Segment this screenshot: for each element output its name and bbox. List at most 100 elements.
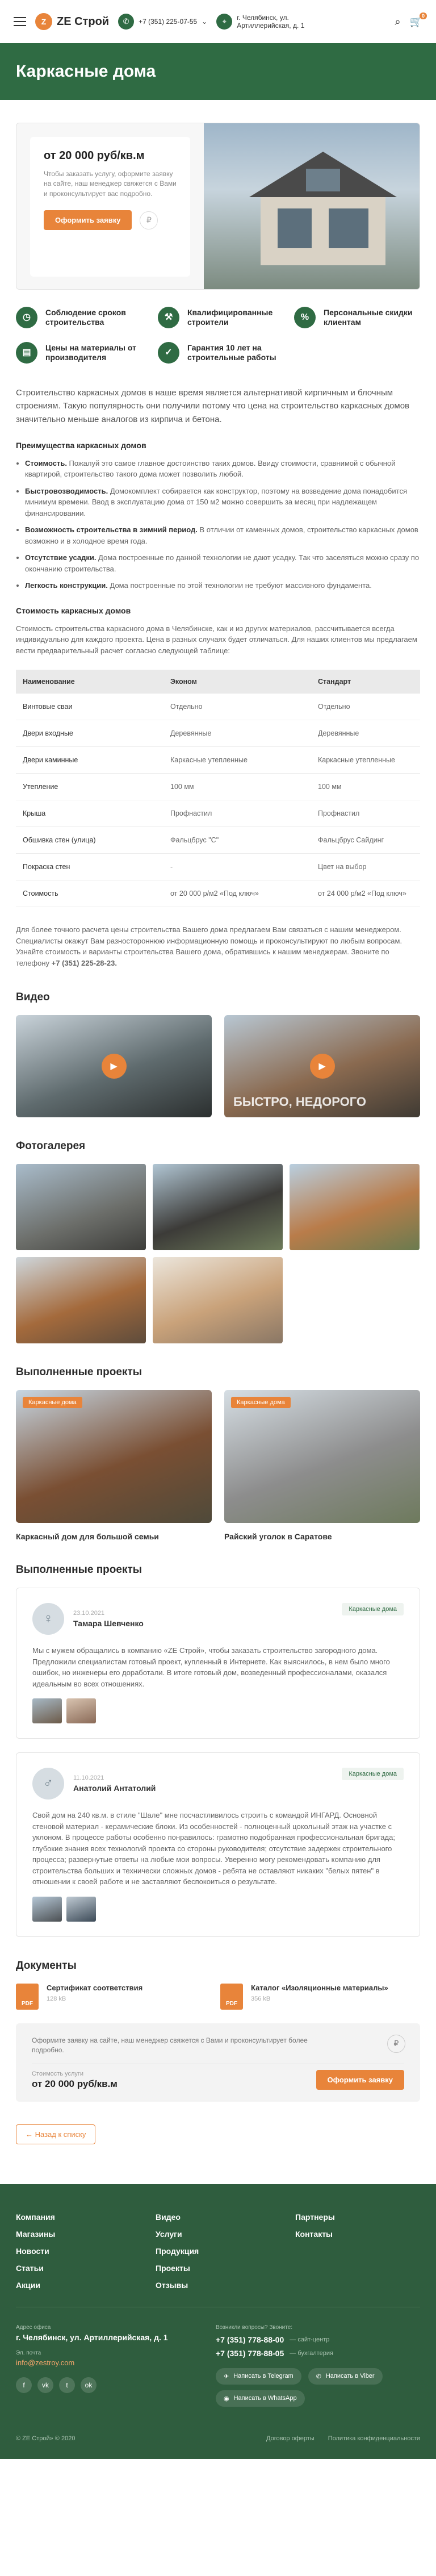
videos-title: Видео [16, 991, 50, 1004]
back-to-list-button[interactable]: ← Назад к списку [16, 2124, 96, 2144]
list-item: Быстровозводимость. Домокомплект собирае… [25, 486, 420, 519]
project-image: Каркасные дома [224, 1390, 420, 1523]
footer-email-label: Эл. почта [16, 2349, 41, 2356]
video-thumb[interactable]: ▶ [16, 1015, 212, 1118]
search-icon[interactable]: ⌕ [395, 16, 400, 28]
project-tag: Каркасные дома [231, 1397, 291, 1409]
whatsapp-button[interactable]: ◉ Написать в WhatsApp [216, 2390, 305, 2407]
table-header: Наименование [16, 670, 164, 694]
header-phone-text: +7 (351) 225-07-55 [139, 18, 198, 26]
project-tag: Каркасные дома [23, 1397, 82, 1409]
worker-icon: ⚒ [158, 307, 179, 328]
review-photo[interactable] [66, 1896, 96, 1922]
list-item: Легкость конструкции. Дома построенные п… [25, 580, 420, 591]
documents-list: PDF Сертификат соответствия 128 kB PDF Ка… [0, 1983, 436, 2010]
document-item[interactable]: PDF Сертификат соответствия 128 kB [16, 1983, 209, 2010]
discount-icon: % [294, 307, 316, 328]
gallery-photo[interactable] [290, 1164, 420, 1251]
project-title[interactable]: Райский уголок в Саратове [224, 1532, 420, 1541]
ruble-icon[interactable]: ₽ [140, 211, 158, 229]
table-row: Стоимость от 20 000 р/м2 «Под ключ» от 24 … [16, 880, 420, 908]
document-title[interactable]: Каталог «Изоляционные материалы» [251, 1984, 388, 1993]
facebook-icon[interactable]: f [16, 2377, 32, 2393]
odnoklassniki-icon[interactable]: ok [81, 2377, 97, 2393]
avatar: ♂ [32, 1768, 64, 1800]
footer-link[interactable]: Видео [156, 2212, 295, 2222]
logo-text: ZE Строй [57, 15, 110, 28]
order-button[interactable]: Оформить заявку [44, 210, 132, 231]
offer-agreement-link[interactable]: Договор оферты [266, 2435, 315, 2442]
vk-icon[interactable]: vk [37, 2377, 53, 2393]
table-row: Крыша Профнастил Профнастил [16, 800, 420, 828]
gallery-photo[interactable] [153, 1257, 283, 1344]
footer-email[interactable]: info@zestroy.com [16, 2358, 168, 2367]
contact-note: Для более точного расчета цены строитель… [16, 925, 403, 967]
photo-gallery [0, 1164, 436, 1344]
bottom-offer-label: Стоимость услуги [32, 2070, 84, 2077]
review-author: Анатолий Антатолий [73, 1784, 156, 1793]
footer-link[interactable]: Партнеры [295, 2212, 409, 2222]
feature-item: ◷ Соблюдение сроков строительства [16, 307, 158, 328]
video-thumb[interactable]: ▶ БЫСТРО, НЕДОРОГО [224, 1015, 420, 1118]
page-title: Каркасные дома [16, 62, 156, 81]
feature-item: % Персональные скидки клиентам [294, 307, 419, 328]
footer-phone[interactable]: +7 (351) 778-88-00— сайт-центр [216, 2335, 420, 2344]
project-card[interactable]: Каркасные дома Каркасный дом для большой… [16, 1390, 212, 1541]
note-phone-link[interactable]: +7 (351) 225-28-23. [52, 959, 117, 967]
privacy-policy-link[interactable]: Политика конфиденциальности [328, 2435, 420, 2442]
site-footer: Компания Видео Партнеры Магазины Услуги … [0, 2183, 436, 2459]
review-photo[interactable] [66, 1698, 96, 1724]
header-phone[interactable]: ✆ +7 (351) 225-07-55 ⌄ [118, 14, 207, 30]
footer-links: Компания Видео Партнеры Магазины Услуги … [16, 2212, 420, 2290]
video-caption: БЫСТРО, НЕДОРОГО [233, 1095, 366, 1109]
footer-link[interactable]: Статьи [16, 2264, 156, 2273]
document-item[interactable]: PDF Каталог «Изоляционные материалы» 356 … [220, 1983, 413, 2010]
gallery-photo[interactable] [16, 1257, 146, 1344]
footer-link[interactable]: Проекты [156, 2264, 295, 2273]
footer-link[interactable]: Компания [16, 2212, 156, 2222]
footer-link[interactable]: Акции [16, 2281, 156, 2290]
review-card: ♀ 23.10.2021 Тамара Шевченко Каркасные д… [16, 1588, 420, 1739]
document-title[interactable]: Сертификат соответствия [47, 1984, 142, 1993]
telegram-button[interactable]: ✈ Написать в Telegram [216, 2368, 301, 2385]
footer-link[interactable]: Магазины [16, 2230, 156, 2239]
projects-title: Выполненные проекты [16, 1366, 142, 1379]
footer-link[interactable]: Новости [16, 2247, 156, 2256]
footer-link[interactable]: Контакты [295, 2230, 409, 2239]
twitter-icon[interactable]: t [59, 2377, 75, 2393]
table-header: Эконом [164, 670, 311, 694]
footer-link[interactable]: Продукция [156, 2247, 295, 2256]
table-row: Покраска стен - Цвет на выбор [16, 853, 420, 881]
bottom-offer: Оформите заявку на сайте, наш менеджер с… [16, 2023, 420, 2102]
gallery-photo[interactable] [153, 1164, 283, 1251]
project-title[interactable]: Каркасный дом для большой семьи [16, 1532, 212, 1541]
footer-calls-label: Возникли вопросы? Звоните: [216, 2324, 293, 2331]
cart-icon[interactable]: 🛒 0 [410, 12, 427, 28]
features-list: ◷ Соблюдение сроков строительства ⚒ Квалиф… [0, 290, 436, 364]
review-photo[interactable] [32, 1698, 62, 1724]
review-photo[interactable] [32, 1896, 62, 1922]
play-icon[interactable]: ▶ [309, 1054, 335, 1079]
price-table: Наименование Эконом Стандарт Винтовые св… [16, 670, 420, 908]
order-button[interactable]: Оформить заявку [316, 2069, 404, 2090]
project-card[interactable]: Каркасные дома Райский уголок в Саратове [224, 1390, 420, 1541]
review-text: Свой дом на 240 кв.м. в стиле "Шале" мне… [32, 1811, 395, 1886]
table-row: Винтовые сваи Отдельно Отдельно [16, 694, 420, 721]
advantages-list: Стоимость. Пожалуй это самое главное дос… [0, 458, 436, 591]
cart-count: 0 [419, 12, 427, 19]
house-illustration [249, 152, 397, 265]
gallery-photo[interactable] [16, 1164, 146, 1251]
logo[interactable]: Z ZE Строй [35, 13, 109, 30]
project-image: Каркасные дома [16, 1390, 212, 1523]
pdf-icon: PDF [16, 1983, 39, 2010]
viber-button[interactable]: ✆ Написать в Viber [308, 2368, 383, 2385]
menu-icon[interactable] [14, 17, 26, 26]
footer-link[interactable]: Отзывы [156, 2281, 295, 2290]
review-text: Мы с мужем обращались в компанию «ZE Стр… [32, 1646, 390, 1688]
footer-link[interactable]: Услуги [156, 2230, 295, 2239]
footer-phone[interactable]: +7 (351) 778-88-05— бухгалтерия [216, 2349, 420, 2358]
pdf-icon: PDF [220, 1983, 243, 2010]
bottom-offer-text: Оформите заявку на сайте, наш менеджер с… [32, 2036, 308, 2055]
play-icon[interactable]: ▶ [101, 1054, 127, 1079]
list-item: Стоимость. Пожалуй это самое главное дос… [25, 458, 420, 480]
